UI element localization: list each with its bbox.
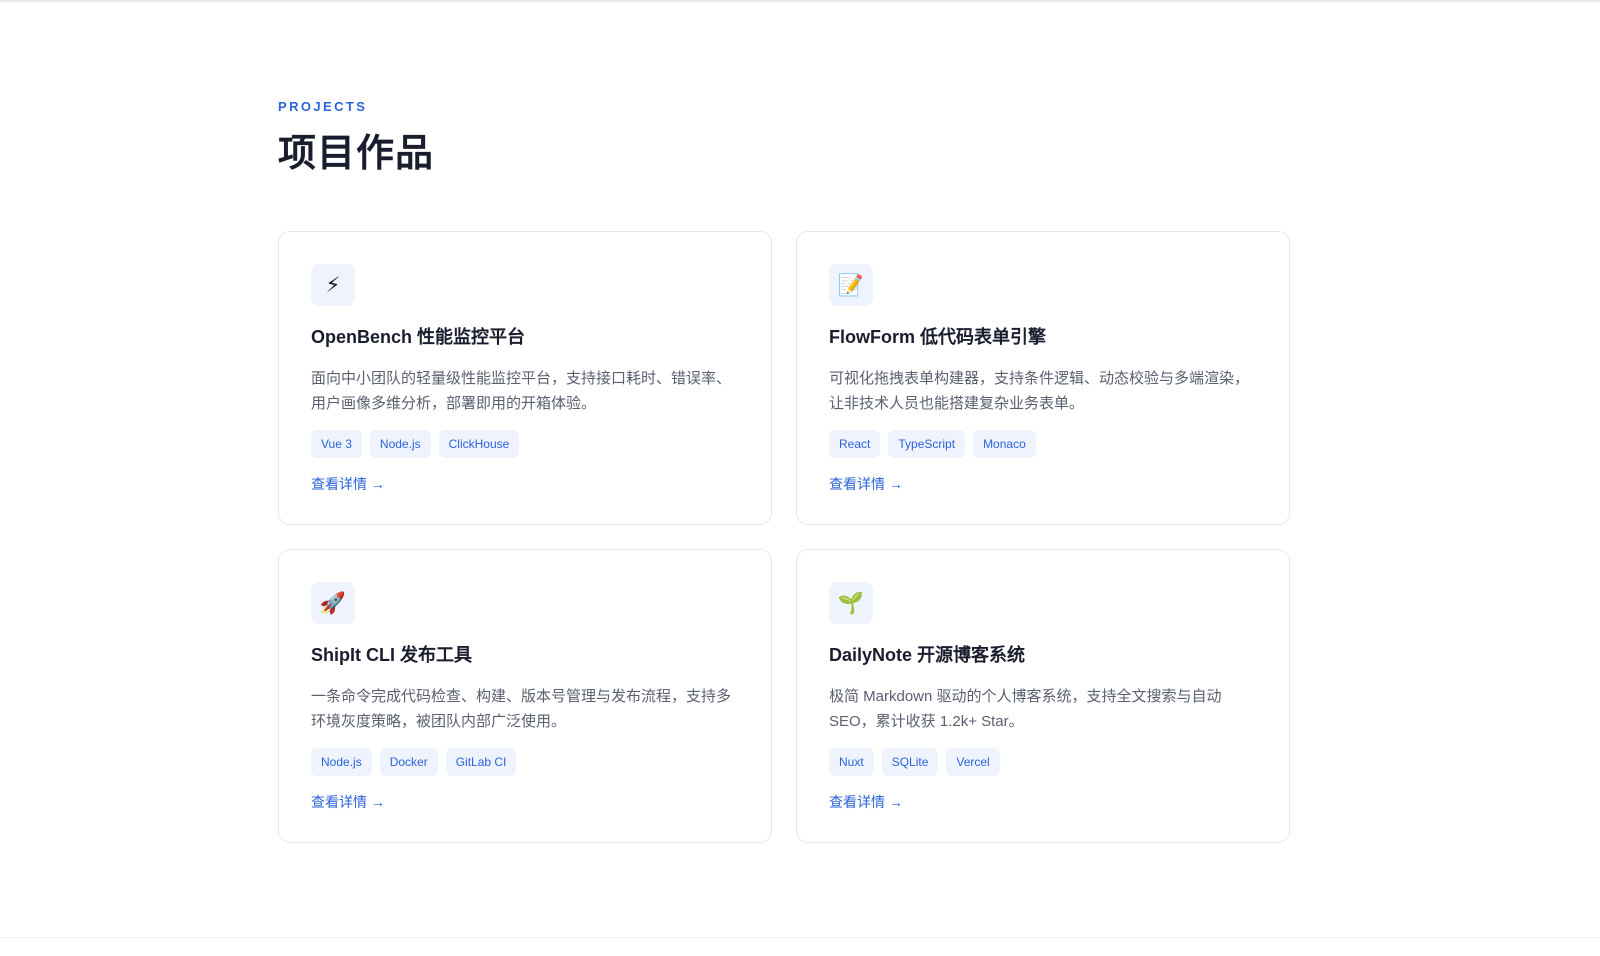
tag-list: Vue 3 Node.js ClickHouse (311, 430, 739, 458)
project-description: 极简 Markdown 驱动的个人博客系统，支持全文搜索与自动 SEO，累计收获… (829, 688, 1222, 730)
top-divider (0, 0, 1600, 2)
section-title: 项目作品 (278, 133, 435, 175)
tech-tag: Monaco (973, 430, 1036, 458)
project-description: 一条命令完成代码检查、构建、版本号管理与发布流程，支持多环境灰度策略，被团队内部… (311, 688, 732, 730)
lightning-icon: ⚡ (311, 264, 355, 306)
project-title: DailyNote 开源博客系统 (829, 645, 1026, 665)
project-title: OpenBench 性能监控平台 (311, 327, 526, 347)
tag-list: Nuxt SQLite Vercel (829, 748, 1257, 776)
project-card-openbench: ⚡ OpenBench 性能监控平台 面向中小团队的轻量级性能监控平台，支持接口… (278, 231, 772, 525)
tech-tag: Vercel (946, 748, 1000, 776)
seedling-icon: 🌱 (829, 582, 873, 624)
tech-tag: Docker (379, 748, 438, 776)
view-details-link[interactable]: 查看详情 → (311, 474, 385, 494)
tech-tag: React (829, 430, 881, 458)
tech-tag: Node.js (311, 748, 372, 776)
tag-list: React TypeScript Monaco (829, 430, 1257, 458)
rocket-icon: 🚀 (311, 582, 355, 624)
memo-icon: 📝 (829, 264, 873, 306)
tech-tag: GitLab CI (445, 748, 517, 776)
bottom-divider (0, 937, 1600, 938)
tech-tag: Vue 3 (311, 430, 362, 458)
tech-tag: Node.js (369, 430, 431, 458)
project-title: FlowForm 低代码表单引擎 (829, 327, 1046, 347)
view-details-link[interactable]: 查看详情 → (829, 474, 903, 494)
project-title: ShipIt CLI 发布工具 (311, 645, 472, 665)
project-description: 可视化拖拽表单构建器，支持条件逻辑、动态校验与多端渲染，让非技术人员也能搭建复杂… (829, 370, 1250, 412)
view-details-link[interactable]: 查看详情 → (829, 792, 903, 812)
section-eyebrow: PROJECTS (278, 99, 368, 114)
projects-grid: ⚡ OpenBench 性能监控平台 面向中小团队的轻量级性能监控平台，支持接口… (278, 231, 1290, 843)
project-description: 面向中小团队的轻量级性能监控平台，支持接口耗时、错误率、用户画像多维分析，部署即… (311, 370, 732, 412)
project-card-shipit: 🚀 ShipIt CLI 发布工具 一条命令完成代码检查、构建、版本号管理与发布… (278, 549, 772, 843)
tech-tag: Nuxt (829, 748, 874, 776)
tag-list: Node.js Docker GitLab CI (311, 748, 739, 776)
project-card-flowform: 📝 FlowForm 低代码表单引擎 可视化拖拽表单构建器，支持条件逻辑、动态校… (796, 231, 1290, 525)
tech-tag: TypeScript (888, 430, 966, 458)
tech-tag: SQLite (881, 748, 939, 776)
project-card-dailynote: 🌱 DailyNote 开源博客系统 极简 Markdown 驱动的个人博客系统… (796, 549, 1290, 843)
view-details-link[interactable]: 查看详情 → (311, 792, 385, 812)
tech-tag: ClickHouse (438, 430, 520, 458)
